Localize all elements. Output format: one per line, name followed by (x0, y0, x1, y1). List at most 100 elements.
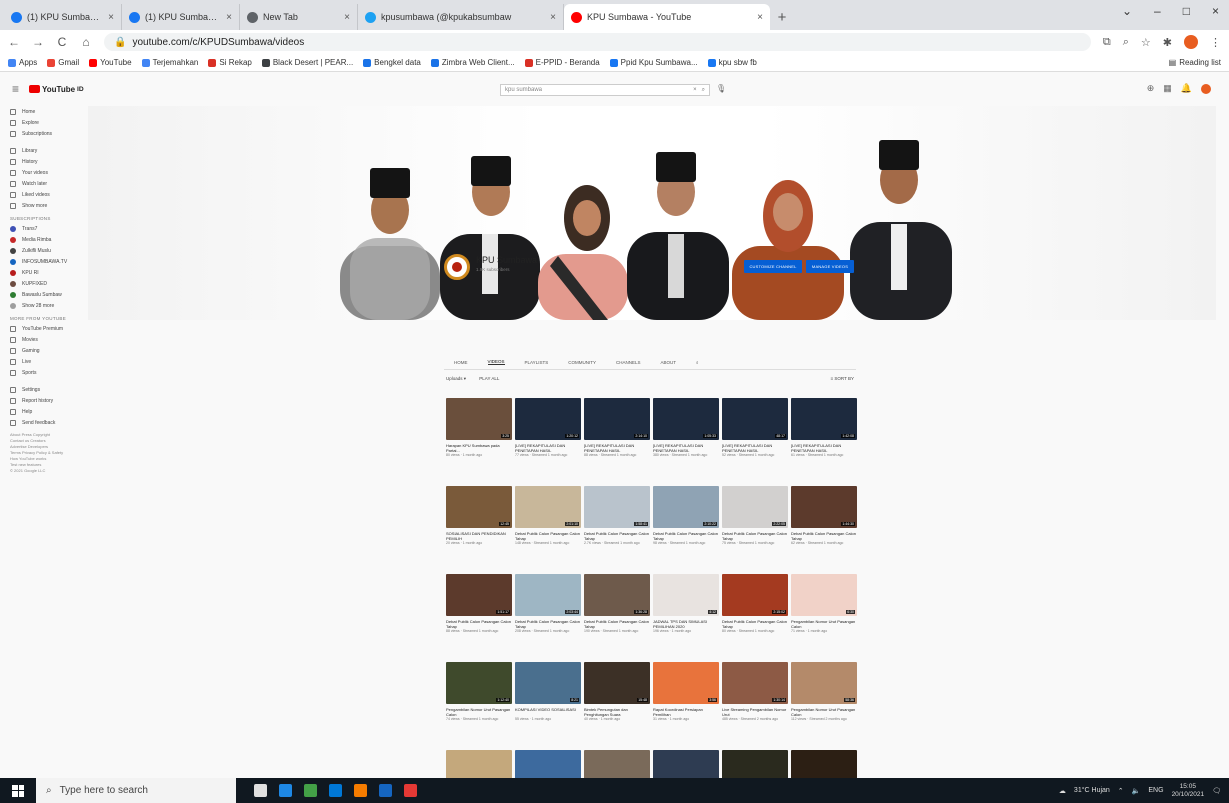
browser-tab[interactable]: (1) KPU Sumbawa | Facebook × (122, 4, 240, 30)
video-title[interactable]: Debat Publik Calon Pasangan Calon Tahap (722, 531, 788, 541)
sidebar-item[interactable]: KUPFIXED (0, 278, 86, 289)
tab-close-icon[interactable]: × (550, 12, 556, 23)
video-card[interactable]: 1:30:14 Live Streaming Pengambilan Nomor … (722, 662, 788, 750)
clock[interactable]: 15:05 20/10/2021 (1172, 783, 1205, 799)
sidebar-item[interactable]: Your videos (0, 167, 86, 178)
video-card[interactable]: 3:25 Harapan KPU Sumbawa pada Partai... 80… (446, 398, 512, 486)
video-thumbnail[interactable]: 1:20:12 (515, 398, 581, 440)
bookmark-item[interactable]: Si Rekap (208, 58, 252, 67)
bookmark-item[interactable]: Ppid Kpu Sumbawa... (609, 58, 698, 67)
video-title[interactable]: Pengambilan Nomor Urut Pasangan Calon (446, 707, 512, 717)
taskbar-app-icon[interactable] (329, 784, 342, 797)
video-card[interactable]: 2:15:02 Debat Publik Calon Pasangan Calon… (722, 574, 788, 662)
tab-search-chevron-icon[interactable]: ⌄ (1122, 4, 1132, 18)
sidebar-item[interactable]: Bawaslu Sumbaw (0, 289, 86, 300)
video-thumbnail[interactable]: 2:01:10 (515, 486, 581, 528)
video-thumbnail[interactable]: 15:48 (584, 662, 650, 704)
video-title[interactable]: Bimtek Pemungutan dan Penghitungan Suara (584, 707, 650, 717)
voice-search-icon[interactable]: 🎙 (716, 84, 726, 93)
browser-tab[interactable]: (1) KPU Sumbawa | Facebook × (4, 4, 122, 30)
bookmark-item[interactable]: Bengkel data (363, 58, 421, 67)
video-title[interactable]: Debat Publik Calon Pasangan Calon Tahap (653, 531, 719, 541)
video-thumbnail[interactable]: 2:22:05 (722, 486, 788, 528)
sidebar-item[interactable]: Report history (0, 395, 86, 406)
bookmark-item[interactable]: Gmail (47, 58, 79, 67)
video-card[interactable]: 12:45 SOSIALISASI DAN PENDIDIKAN PEMILIH 2… (446, 486, 512, 574)
video-thumbnail[interactable]: 1:42:08 (791, 398, 857, 440)
video-thumbnail[interactable]: 1:30:14 (722, 662, 788, 704)
sidebar-item[interactable]: Library (0, 145, 86, 156)
video-title[interactable]: JADWAL TPS DAN SIMULASI PEMILIHAN 2020 (653, 619, 719, 629)
zoom-icon[interactable]: ⌕ (1123, 36, 1129, 49)
bookmark-item[interactable]: E-PPID - Beranda (524, 58, 600, 67)
video-thumbnail[interactable]: 2:14:10 (584, 398, 650, 440)
video-card[interactable]: 2:14:10 [LIVE] REKAPITULASI DAN PENETAPAN… (584, 398, 650, 486)
bookmark-item[interactable]: Terjemahkan (141, 58, 198, 67)
channel-tab[interactable]: PLAYLISTS (525, 360, 549, 365)
customize-channel-button[interactable]: CUSTOMIZE CHANNEL (744, 260, 802, 273)
sidebar-item[interactable]: Zulkifli Muslu (0, 245, 86, 256)
sidebar-item[interactable]: Home (0, 106, 86, 117)
browser-tab[interactable]: KPU Sumbawa - YouTube × (564, 4, 770, 30)
reload-button[interactable]: C (56, 35, 68, 49)
channel-tab[interactable]: VIDEOS (487, 359, 505, 365)
address-bar[interactable]: 🔒 youtube.com/c/KPUDSumbawa/videos (104, 33, 1091, 51)
start-button[interactable] (0, 778, 36, 803)
video-card[interactable]: 2:01:10 Debat Publik Calon Pasangan Calon… (515, 486, 581, 574)
bookmark-item[interactable]: Apps (8, 58, 37, 67)
sidebar-item[interactable]: Send feedback (0, 417, 86, 428)
extensions-icon[interactable]: ✱ (1163, 36, 1172, 49)
video-thumbnail[interactable] (791, 750, 857, 778)
video-card[interactable]: 58:36 Pengambilan Nomor Urut Pasangan Cal… (791, 662, 857, 750)
video-thumbnail[interactable]: 2:03:44 (515, 574, 581, 616)
manage-videos-button[interactable]: MANAGE VIDEOS (806, 260, 854, 273)
video-card[interactable] (584, 750, 650, 778)
video-thumbnail[interactable]: 1:58:41 (584, 486, 650, 528)
sidebar-item[interactable]: INFOSUMBAWA.TV (0, 256, 86, 267)
video-title[interactable]: Debat Publik Calon Pasangan Calon Tahap (722, 619, 788, 629)
sidebar-item[interactable]: Liked videos (0, 189, 86, 200)
video-card[interactable] (446, 750, 512, 778)
video-title[interactable]: Live Streaming Pengambilan Nomor Urut (722, 707, 788, 717)
youtube-logo[interactable]: YouTube ID (29, 85, 84, 94)
bookmark-item[interactable]: kpu sbw fb (707, 58, 757, 67)
video-thumbnail[interactable]: 6:30 (791, 574, 857, 616)
browser-tab[interactable]: kpusumbawa (@kpukabsumbaw × (358, 4, 564, 30)
video-thumbnail[interactable] (584, 750, 650, 778)
taskbar-search-box[interactable]: ⌕ Type here to search (36, 778, 236, 803)
taskbar-app-icon[interactable] (379, 784, 392, 797)
video-thumbnail[interactable]: 3:25 (446, 398, 512, 440)
video-thumbnail[interactable] (722, 750, 788, 778)
channel-avatar[interactable] (444, 254, 470, 280)
sidebar-item[interactable]: Live (0, 356, 86, 367)
video-card[interactable]: 1:05:33 [LIVE] REKAPITULASI DAN PENETAPAN… (653, 398, 719, 486)
uploads-dropdown[interactable]: Uploads ▾ (446, 376, 466, 381)
taskbar-app-icon[interactable] (304, 784, 317, 797)
browser-tab[interactable]: New Tab × (240, 4, 358, 30)
video-card[interactable]: 1:20:12 [LIVE] REKAPITULASI DAN PENETAPAN… (515, 398, 581, 486)
video-card[interactable]: 3:56 Rapat Koordinasi Persiapan Pemilihan… (653, 662, 719, 750)
minimize-button[interactable]: – (1154, 4, 1161, 18)
language-indicator[interactable]: ENG (1148, 787, 1163, 794)
new-tab-button[interactable]: + (770, 4, 794, 30)
video-thumbnail[interactable] (653, 750, 719, 778)
video-thumbnail[interactable]: 1:12:40 (446, 662, 512, 704)
back-button[interactable]: ← (8, 35, 20, 49)
video-thumbnail[interactable]: 8:21 (515, 662, 581, 704)
channel-tab[interactable]: HOME (454, 360, 468, 365)
bookmark-star-icon[interactable]: ☆ (1141, 36, 1151, 49)
video-thumbnail[interactable] (446, 750, 512, 778)
create-icon[interactable]: ⊕ (1147, 83, 1155, 94)
video-thumbnail[interactable]: 2:10:22 (653, 486, 719, 528)
taskbar-app-icon[interactable] (279, 784, 292, 797)
close-window-button[interactable]: × (1212, 4, 1219, 18)
apps-icon[interactable]: ▦ (1163, 83, 1172, 94)
video-card[interactable]: 1:44:30 Debat Publik Calon Pasangan Calon… (791, 486, 857, 574)
sort-by-button[interactable]: ≡ SORT BY (831, 376, 854, 381)
video-title[interactable]: Debat Publik Calon Pasangan Calon Tahap (584, 619, 650, 629)
video-title[interactable]: [LIVE] REKAPITULASI DAN PENETAPAN HASIL (653, 443, 719, 453)
bookmark-item[interactable]: Black Desert | PEAR... (261, 58, 353, 67)
sidebar-item[interactable]: Show 28 more (0, 300, 86, 311)
bookmark-item[interactable]: YouTube (89, 58, 132, 67)
sidebar-item[interactable]: Explore (0, 117, 86, 128)
